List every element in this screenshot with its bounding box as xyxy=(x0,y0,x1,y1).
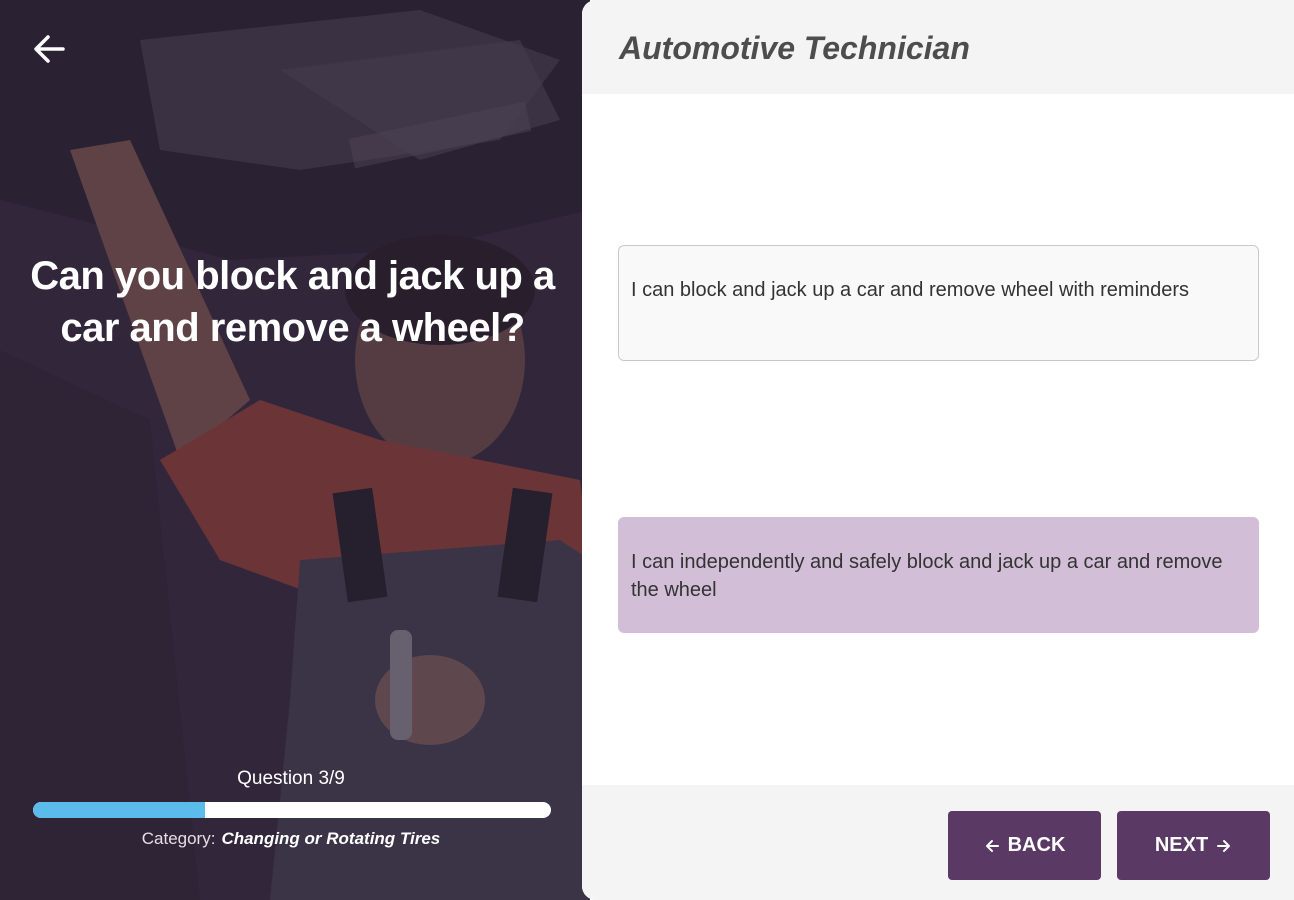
answer-option-1[interactable]: I can block and jack up a car and remove… xyxy=(618,245,1259,361)
back-button-label: BACK xyxy=(1007,834,1066,856)
progress-bar-fill xyxy=(33,802,206,818)
progress-label: Question 3/9 xyxy=(237,768,345,789)
back-button[interactable]: BACK xyxy=(948,811,1101,880)
answer-option-2-text: I can independently and safely block and… xyxy=(631,551,1223,601)
header: Automotive Technician xyxy=(582,0,1294,94)
next-button[interactable]: NEXT xyxy=(1117,811,1270,880)
left-panel: Can you block and jack up a car and remo… xyxy=(0,0,590,900)
answer-option-2[interactable]: I can independently and safely block and… xyxy=(618,517,1259,633)
arrow-right-small-icon xyxy=(1217,839,1231,852)
arrow-left-small-icon xyxy=(985,839,999,852)
right-panel: Automotive Technician I can block and ja… xyxy=(582,0,1294,900)
question-text: Can you block and jack up a car and remo… xyxy=(30,254,555,350)
next-button-label: NEXT xyxy=(1154,834,1209,856)
answer-option-1-text: I can block and jack up a car and remove… xyxy=(631,279,1190,301)
back-arrow-button[interactable] xyxy=(30,30,68,68)
footer: BACK NEXT xyxy=(582,785,1294,900)
category-value: Changing or Rotating Tires xyxy=(221,829,441,848)
arrow-left-icon xyxy=(34,35,65,63)
category-label: Category: xyxy=(141,829,216,848)
category-line: Category: Changing or Rotating Tires xyxy=(0,829,582,849)
page-title: Automotive Technician xyxy=(619,30,970,66)
progress-bar xyxy=(33,802,551,818)
photo-overlay xyxy=(0,0,590,900)
